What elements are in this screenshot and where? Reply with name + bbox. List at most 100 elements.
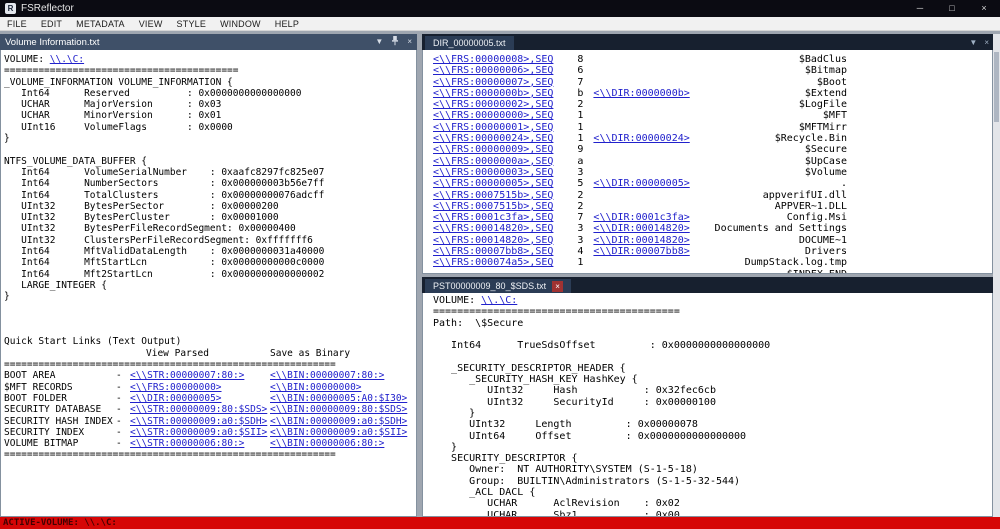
quick-link-label: SECURITY DATABASE xyxy=(4,404,102,416)
save-binary-link[interactable]: <\\BIN:00000009:80:$SDS> xyxy=(270,404,407,415)
frs-link[interactable]: <\\FRS:0001c3fa>,SEQ xyxy=(433,212,553,223)
frs-link[interactable]: <\\FRS:00014820>,SEQ xyxy=(433,223,553,234)
file-name: $BadClus xyxy=(798,54,847,65)
frs-link[interactable]: <\\FRS:00014820>,SEQ xyxy=(433,235,553,246)
save-binary-link[interactable]: <\\BIN:00000009:a0:$SDH> xyxy=(270,416,407,427)
frs-link[interactable]: <\\FRS:0000000a>,SEQ xyxy=(433,156,553,167)
chevron-down-icon[interactable]: ▼ xyxy=(969,38,977,47)
frs-link[interactable]: <\\FRS:00000007>,SEQ xyxy=(433,77,553,88)
file-name: $Secure xyxy=(804,144,847,156)
frs-link[interactable]: <\\FRS:0007515b>,SEQ xyxy=(433,190,553,201)
maximize-icon[interactable]: □ xyxy=(936,0,968,17)
save-binary-link[interactable]: <\\BIN:00000006:80:> xyxy=(270,438,384,449)
menu-item[interactable]: VIEW xyxy=(132,19,170,29)
dir-link[interactable]: <\\DIR:00007bb8> xyxy=(593,246,689,257)
dir-link[interactable]: <\\DIR:00000024> xyxy=(593,133,689,144)
save-binary-link[interactable]: <\\BIN:00000007:80:> xyxy=(270,370,384,381)
info-line: UInt32 BytesPerCluster : 0x00001000 xyxy=(4,212,279,224)
save-binary-link[interactable]: <\\BIN:00000005:A0:$I30> xyxy=(270,393,407,404)
menu-item[interactable]: WINDOW xyxy=(213,19,268,29)
tab-close-icon[interactable]: × xyxy=(552,280,564,292)
info-line: UInt32 BytesPerSector : 0x00000200 xyxy=(4,200,279,212)
scrollbar-thumb[interactable] xyxy=(994,52,999,122)
frs-link[interactable]: <\\FRS:00000005>,SEQ xyxy=(433,178,553,189)
info-line: Int64 MftValidDataLength : 0x0000000031a… xyxy=(4,246,325,258)
menu-item[interactable]: EDIT xyxy=(34,19,69,29)
info-line xyxy=(4,303,416,314)
save-binary-link[interactable]: <\\BIN:00000009:a0:$SII> xyxy=(270,427,407,438)
dir-link[interactable]: <\\DIR:0000000b> xyxy=(593,88,689,99)
view-parsed-link[interactable]: <\\STR:00000007:80:> xyxy=(130,370,244,381)
dir-link[interactable]: <\\DIR:00000005> xyxy=(593,178,689,189)
view-parsed-link[interactable]: <\\STR:00000009:80:$SDS> xyxy=(130,404,267,415)
quick-link-label: $MFT RECORDS xyxy=(4,381,73,393)
chevron-down-icon[interactable]: ▼ xyxy=(375,38,383,46)
close-icon[interactable]: × xyxy=(407,38,412,46)
frs-link[interactable]: <\\FRS:00000009>,SEQ xyxy=(433,144,553,155)
sds-content: VOLUME: \\.\C: =========================… xyxy=(422,293,993,517)
frs-link[interactable]: <\\FRS:00007bb8>,SEQ xyxy=(433,246,553,257)
sequence-number: 5 xyxy=(577,178,584,190)
quick-link-label: SECURITY INDEX xyxy=(4,426,85,438)
dash: - xyxy=(116,426,122,438)
menu-item[interactable]: FILE xyxy=(0,19,34,29)
frs-link[interactable]: <\\FRS:0000000b>,SEQ xyxy=(433,88,553,99)
frs-link[interactable]: <\\FRS:00000000>,SEQ xyxy=(433,110,553,121)
quick-link-row: SECURITY INDEX - <\\STR:00000009:a0:$SII… xyxy=(4,427,416,438)
app-logo-icon: R xyxy=(5,3,16,14)
sequence-number: a xyxy=(577,155,584,167)
volume-link[interactable]: \\.\C: xyxy=(50,54,84,65)
close-icon[interactable]: × xyxy=(968,0,1000,17)
file-name: DumpStack.log.tmp xyxy=(744,257,847,269)
volume-link[interactable]: \\.\C: xyxy=(481,295,517,306)
menu-item[interactable]: METADATA xyxy=(69,19,132,29)
view-parsed-link[interactable]: <\\STR:00000009:a0:$SDH> xyxy=(130,416,267,427)
separator-line: ========================================… xyxy=(4,359,336,371)
minimize-icon[interactable]: ─ xyxy=(904,0,936,17)
info-line: Int64 Mft2StartLcn : 0x0000000000000002 xyxy=(4,268,325,280)
sds-line: Group: BUILTIN\Administrators (S-1-5-32-… xyxy=(433,475,741,487)
sds-line: UInt32 Length : 0x00000078 xyxy=(433,419,698,431)
view-parsed-link[interactable]: <\\STR:00000009:a0:$SII> xyxy=(130,427,267,438)
sds-pane: PST00000009_80_$SDS.txt × VOLUME: \\.\C:… xyxy=(422,277,993,517)
sequence-number: 3 xyxy=(577,223,584,235)
title-bar: R FSReflector ─ □ × xyxy=(0,0,1000,17)
view-parsed-link[interactable]: <\\STR:00000006:80:> xyxy=(130,438,244,449)
frs-link[interactable]: <\\FRS:00000008>,SEQ xyxy=(433,54,553,65)
view-parsed-link[interactable]: <\\FRS:00000000> xyxy=(130,382,222,393)
save-binary-link[interactable]: <\\BIN:00000000> xyxy=(270,382,362,393)
frs-link[interactable]: <\\FRS:00000003>,SEQ xyxy=(433,167,553,178)
sds-line: UCHAR Sbz1 : 0x00 xyxy=(433,509,680,517)
info-line: Int64 NumberSectors : 0x000000003b56e7ff xyxy=(4,178,325,190)
dir-link[interactable]: <\\DIR:0001c3fa> xyxy=(593,212,689,223)
sds-line xyxy=(433,329,992,340)
menu-item[interactable]: HELP xyxy=(268,19,306,29)
vertical-scrollbar[interactable] xyxy=(993,34,1000,517)
tab-pst00000009-80-sds[interactable]: PST00000009_80_$SDS.txt × xyxy=(425,279,572,293)
dir-link[interactable]: <\\DIR:00014820> xyxy=(593,235,689,246)
tabstrip-controls: ▼ × xyxy=(969,38,993,50)
sequence-number: b xyxy=(577,87,584,99)
sds-line: Path: \$Secure xyxy=(433,317,524,329)
volume-information-pane-header[interactable]: Volume Information.txt ▼ × xyxy=(0,34,417,50)
frs-link[interactable]: <\\FRS:00000024>,SEQ xyxy=(433,133,553,144)
frs-link[interactable]: <\\FRS:00000001>,SEQ xyxy=(433,122,553,133)
file-name: APPVER~1.DLL xyxy=(774,200,847,212)
pane-header-controls: ▼ × xyxy=(375,36,412,48)
view-parsed-link[interactable]: <\\DIR:00000005> xyxy=(130,393,222,404)
pin-icon[interactable] xyxy=(391,36,399,48)
frs-link[interactable]: <\\FRS:00000002>,SEQ xyxy=(433,99,553,110)
dir-link[interactable]: <\\DIR:00014820> xyxy=(593,223,689,234)
sds-line: Int64 TrueSdsOffset : 0x0000000000000000 xyxy=(433,340,771,352)
frs-link[interactable]: <\\FRS:0007515b>,SEQ xyxy=(433,201,553,212)
dir-row: <\\FRS:0000000b>,SEQ b <\\DIR:0000000b> … xyxy=(433,88,847,99)
frs-link[interactable]: <\\FRS:00000006>,SEQ xyxy=(433,65,553,76)
dir-row: <\\FRS:0001c3fa>,SEQ 7 <\\DIR:0001c3fa> … xyxy=(433,212,847,223)
menu-item[interactable]: STYLE xyxy=(170,19,214,29)
close-icon[interactable]: × xyxy=(984,38,989,47)
frs-link[interactable]: <\\FRS:000074a5>,SEQ xyxy=(433,257,553,268)
sequence-number: 1 xyxy=(577,110,584,122)
info-line: UInt32 BytesPerFileRecordSegment: 0x0000… xyxy=(4,223,296,235)
sds-line: SECURITY_DESCRIPTOR { xyxy=(433,453,578,465)
tab-dir-00000005[interactable]: DIR_00000005.txt xyxy=(425,36,514,50)
